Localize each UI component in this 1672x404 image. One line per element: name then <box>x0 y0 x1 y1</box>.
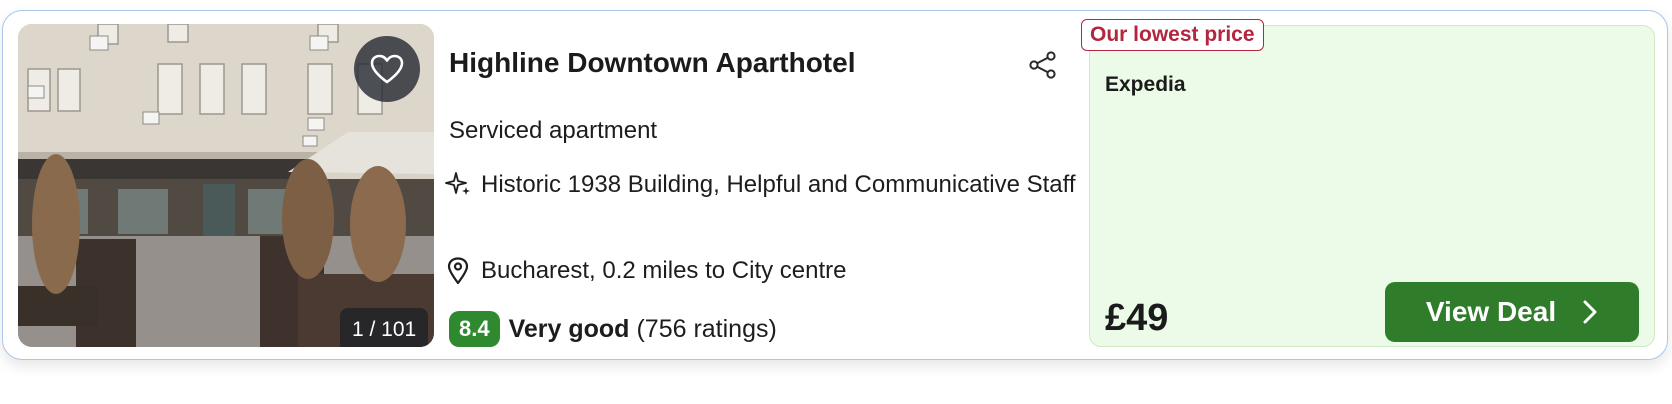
rating-row: 8.4 Very good (756 ratings) <box>449 310 777 348</box>
heart-icon <box>370 54 404 84</box>
deal-price: £49 <box>1105 297 1169 339</box>
map-pin-icon <box>447 257 469 285</box>
chevron-right-icon <box>1583 300 1597 324</box>
location-text: Bucharest, 0.2 miles to City centre <box>481 257 847 284</box>
favorite-button[interactable] <box>354 36 420 102</box>
photo-counter: 1 / 101 <box>340 308 429 347</box>
property-type: Serviced apartment <box>449 117 658 144</box>
rating-count: (756 ratings) <box>636 314 777 343</box>
share-button[interactable] <box>1029 51 1057 79</box>
sparkle-icon <box>445 172 470 195</box>
hotel-result-card[interactable]: 1 / 101 Highline Downtown Aparthotel Ser… <box>2 10 1668 360</box>
lowest-price-badge: Our lowest price <box>1081 19 1264 51</box>
share-icon <box>1029 51 1056 79</box>
view-deal-button[interactable]: View Deal <box>1385 282 1639 342</box>
rating-label: Very good <box>508 314 630 343</box>
rating-score-badge: 8.4 <box>449 311 500 347</box>
view-deal-label: View Deal <box>1425 296 1557 327</box>
deal-provider: Expedia <box>1105 73 1186 96</box>
highlights-text: Historic 1938 Building, Helpful and Comm… <box>481 171 1076 198</box>
hotel-name[interactable]: Highline Downtown Aparthotel <box>449 47 855 79</box>
hotel-photo[interactable]: 1 / 101 <box>18 24 434 347</box>
